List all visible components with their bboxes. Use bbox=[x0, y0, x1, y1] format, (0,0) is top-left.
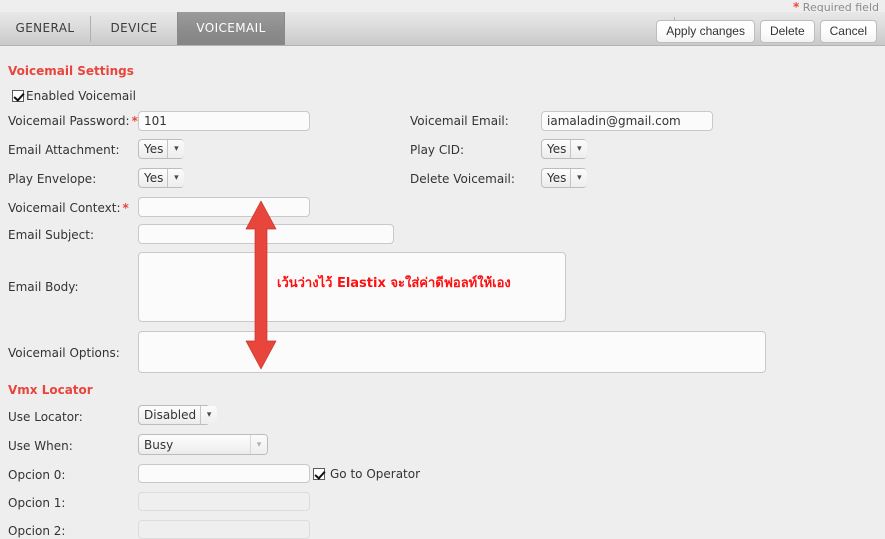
use-when-value: Busy bbox=[144, 437, 174, 452]
chevron-down-icon: ▾ bbox=[570, 140, 588, 158]
enabled-voicemail-row[interactable]: Enabled Voicemail bbox=[12, 89, 136, 103]
voicemail-options-label: Voicemail Options: bbox=[8, 346, 120, 360]
chevron-down-icon: ▾ bbox=[167, 140, 185, 158]
email-subject-label: Email Subject: bbox=[8, 228, 95, 242]
enabled-voicemail-label: Enabled Voicemail bbox=[26, 89, 136, 103]
opcion-2-input[interactable] bbox=[138, 520, 310, 539]
go-to-operator-label: Go to Operator bbox=[330, 467, 421, 481]
voicemail-password-input[interactable] bbox=[138, 111, 310, 131]
use-when-label: Use When: bbox=[8, 439, 73, 453]
voicemail-password-label: Voicemail Password: * bbox=[8, 114, 138, 128]
chevron-down-icon: ▾ bbox=[570, 169, 588, 187]
email-attachment-value: Yes bbox=[144, 142, 164, 156]
go-to-operator-row[interactable]: Go to Operator bbox=[313, 467, 420, 481]
cancel-button[interactable]: Cancel bbox=[819, 20, 877, 43]
play-cid-label: Play CID: bbox=[410, 143, 465, 157]
use-locator-value: Disabled bbox=[144, 408, 197, 422]
go-to-operator-checkbox[interactable] bbox=[313, 468, 325, 480]
play-cid-value: Yes bbox=[547, 142, 567, 156]
chevron-down-icon: ▾ bbox=[250, 435, 267, 454]
email-subject-input[interactable] bbox=[138, 224, 394, 244]
email-body-textarea[interactable] bbox=[138, 252, 566, 322]
apply-changes-button[interactable]: Apply changes bbox=[656, 20, 755, 43]
use-locator-label: Use Locator: bbox=[8, 410, 83, 424]
email-attachment-select[interactable]: Yes ▾ bbox=[138, 139, 185, 159]
delete-voicemail-value: Yes bbox=[547, 171, 567, 185]
enabled-voicemail-checkbox[interactable] bbox=[12, 90, 24, 102]
opcion-2-label: Opcion 2: bbox=[8, 524, 66, 538]
email-attachment-label: Email Attachment: bbox=[8, 143, 120, 157]
play-cid-select[interactable]: Yes ▾ bbox=[541, 139, 588, 159]
voicemail-options-textarea[interactable] bbox=[138, 331, 766, 373]
chevron-down-icon: ▾ bbox=[200, 406, 218, 424]
chevron-down-icon: ▾ bbox=[167, 169, 185, 187]
tab-general[interactable]: GENERAL bbox=[0, 12, 90, 45]
play-envelope-value: Yes bbox=[144, 171, 164, 185]
opcion-0-label: Opcion 0: bbox=[8, 468, 66, 482]
delete-voicemail-label: Delete Voicemail: bbox=[410, 172, 515, 186]
voicemail-email-input[interactable] bbox=[541, 111, 713, 131]
use-locator-select[interactable]: Disabled ▾ bbox=[138, 405, 218, 425]
voicemail-context-input[interactable] bbox=[138, 197, 310, 217]
email-body-label: Email Body: bbox=[8, 280, 79, 294]
delete-voicemail-select[interactable]: Yes ▾ bbox=[541, 168, 588, 188]
toolbar-buttons: Apply changes Delete Cancel bbox=[656, 20, 877, 43]
play-envelope-select[interactable]: Yes ▾ bbox=[138, 168, 185, 188]
delete-button[interactable]: Delete bbox=[759, 20, 815, 43]
opcion-1-input[interactable] bbox=[138, 492, 310, 511]
use-when-select[interactable]: Busy ▾ bbox=[138, 434, 268, 455]
voicemail-context-label: Voicemail Context: * bbox=[8, 201, 129, 215]
opcion-1-label: Opcion 1: bbox=[8, 496, 66, 510]
tab-device[interactable]: DEVICE bbox=[91, 12, 177, 45]
tab-voicemail[interactable]: VOICEMAIL bbox=[177, 12, 285, 45]
play-envelope-label: Play Envelope: bbox=[8, 172, 97, 186]
voicemail-email-label: Voicemail Email: bbox=[410, 114, 509, 128]
opcion-0-input[interactable] bbox=[138, 464, 310, 483]
voicemail-settings-heading: Voicemail Settings bbox=[8, 64, 134, 78]
vmx-locator-heading: Vmx Locator bbox=[8, 383, 93, 397]
